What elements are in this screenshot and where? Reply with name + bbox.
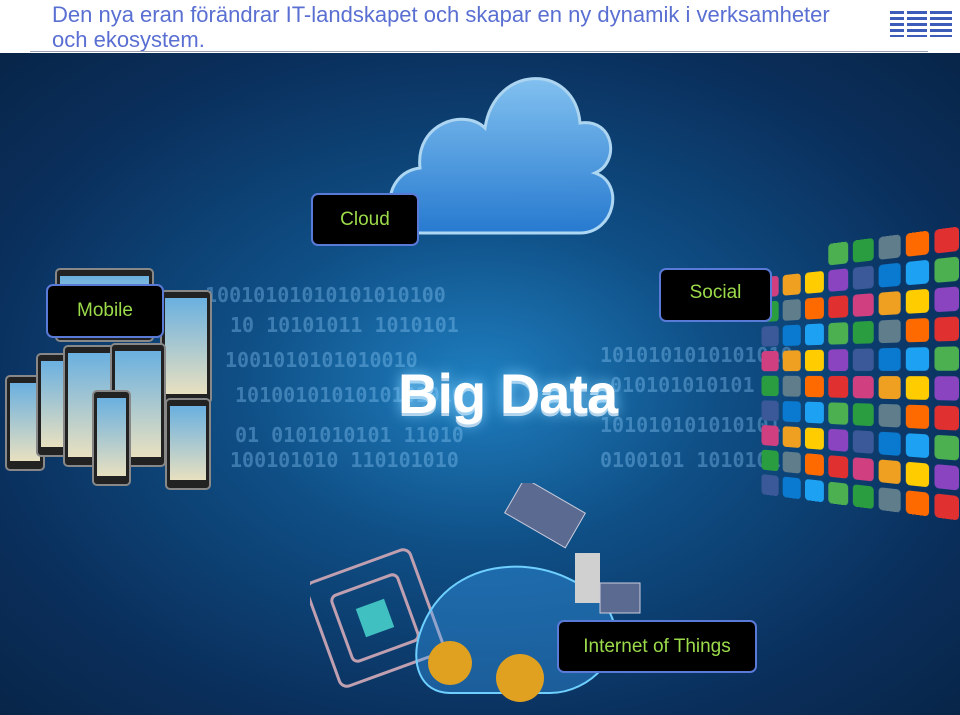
binary-stream: 0100101 1010101: [600, 448, 781, 472]
app-icon: [761, 350, 779, 372]
app-icon: [761, 449, 779, 472]
app-icon: [934, 286, 960, 313]
app-icon: [782, 476, 801, 500]
app-icon: [852, 484, 874, 510]
app-icon: [905, 347, 930, 371]
slide-title: Den nya eran förändrar IT-landskapet och…: [52, 2, 830, 52]
app-icon: [828, 402, 849, 425]
app-icon: [828, 295, 849, 319]
app-icon: [782, 426, 801, 449]
app-icon: [804, 401, 824, 424]
app-icon: [878, 431, 901, 456]
app-icon: [852, 265, 874, 290]
app-icon: [905, 461, 930, 488]
app-icon: [878, 487, 901, 513]
app-icon: [782, 400, 801, 423]
app-icon: [878, 376, 901, 400]
app-icon: [782, 324, 801, 347]
app-icon: [878, 262, 901, 288]
binary-stream: 01 0101010101 11010: [235, 423, 464, 447]
app-icon: [782, 298, 801, 321]
cloud-label: Cloud: [311, 193, 419, 246]
binary-stream: 010101010101: [610, 373, 755, 397]
app-icon: [852, 320, 874, 344]
app-icon: [828, 375, 849, 398]
app-icon: [905, 317, 930, 343]
big-data-illustration: 10010101010101010100 10 10101011 1010101…: [0, 53, 960, 715]
app-icon: [761, 325, 779, 347]
app-icon: [934, 405, 960, 431]
app-icon: [878, 403, 901, 428]
app-icon: [934, 493, 960, 521]
app-icon: [852, 376, 874, 399]
app-icon: [828, 241, 849, 266]
app-icon: [761, 424, 779, 447]
app-icon: [905, 376, 930, 400]
app-icon: [761, 400, 779, 422]
big-data-text: Big Data: [398, 362, 618, 425]
app-icon: [878, 319, 901, 344]
app-icon: [878, 234, 901, 260]
app-icon: [804, 453, 824, 477]
app-icon: [828, 455, 849, 479]
binary-stream: 10 10101011 1010101: [230, 313, 459, 337]
app-icon: [905, 288, 930, 314]
app-icon: [804, 478, 824, 503]
app-icon: [852, 293, 874, 317]
binary-stream: 1001010101010010: [225, 348, 418, 372]
app-icon: [934, 434, 960, 461]
app-icon: [934, 376, 960, 401]
binary-stream: 10010101010101010100: [205, 283, 446, 307]
app-icon: [905, 404, 930, 430]
app-icon: [761, 474, 779, 497]
app-icon: [782, 350, 801, 372]
app-icon: [804, 297, 824, 320]
app-icon: [828, 481, 849, 506]
app-icon: [804, 270, 824, 294]
title-divider: [30, 51, 928, 52]
app-icon: [852, 430, 874, 454]
app-icon: [878, 347, 901, 371]
app-icon: [804, 349, 824, 372]
app-icon: [852, 348, 874, 371]
ibm-logo: [890, 11, 952, 37]
app-icon: [761, 375, 779, 397]
iot-illustration: [310, 483, 641, 702]
binary-stream: 101010101010101: [600, 413, 781, 437]
app-icon: [934, 346, 960, 371]
app-icon: [878, 291, 901, 316]
app-icon: [828, 268, 849, 292]
social-label: Social: [659, 268, 772, 322]
mobile-label: Mobile: [46, 284, 164, 338]
binary-stream: 100101010 110101010: [230, 448, 459, 472]
app-icon: [852, 237, 874, 263]
app-icon: [828, 428, 849, 452]
app-icon: [852, 457, 874, 482]
iot-label: Internet of Things: [557, 620, 757, 673]
app-icon: [905, 490, 930, 517]
app-icon: [878, 459, 901, 485]
app-icon: [782, 273, 801, 296]
app-icon: [782, 375, 801, 397]
social-app-icons: [761, 226, 960, 521]
app-icon: [804, 375, 824, 398]
app-icon: [828, 322, 849, 345]
app-icon: [905, 259, 930, 286]
app-icon: [934, 256, 960, 283]
app-icon: [905, 230, 930, 257]
app-icon: [934, 316, 960, 342]
app-icon: [852, 403, 874, 427]
app-icon: [804, 323, 824, 346]
app-icon: [804, 427, 824, 450]
app-icon: [934, 226, 960, 254]
app-icon: [905, 433, 930, 459]
app-icon: [828, 349, 849, 372]
app-icon: [934, 464, 960, 491]
app-icon: [782, 451, 801, 474]
